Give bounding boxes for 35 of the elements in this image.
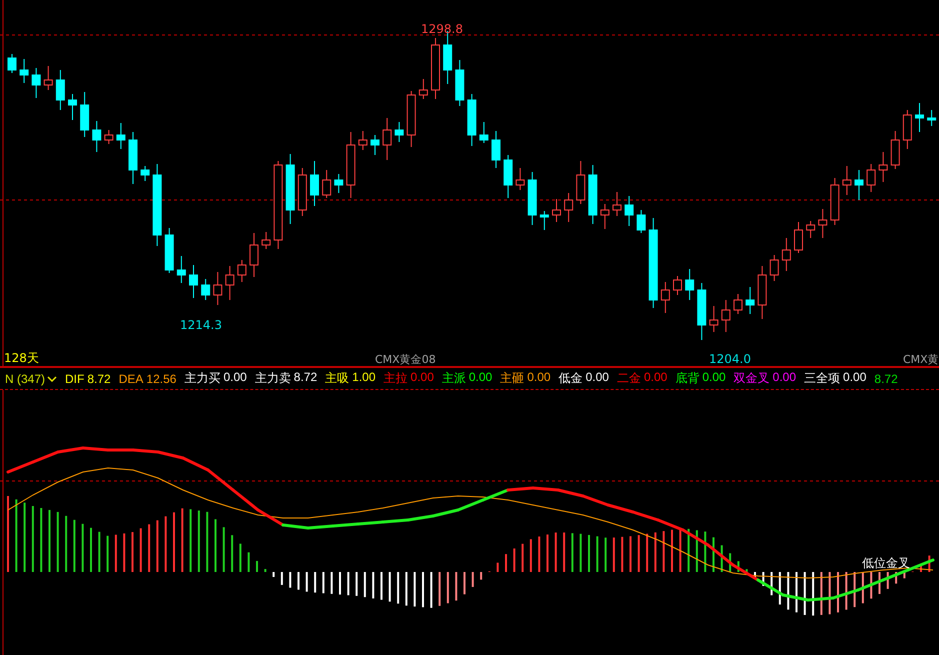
indicator-value: 0.00 — [223, 370, 247, 386]
indicator-name: 主力卖 — [254, 370, 291, 387]
indicator-name: 二金 — [616, 370, 641, 387]
indicator-name: 主力买 — [184, 370, 220, 387]
indicator-value: 8.72 — [87, 372, 111, 386]
indicator-value: 0.00 — [702, 370, 726, 386]
indicator-value: 0.00 — [527, 370, 551, 386]
contract-label: CMX黄 — [903, 352, 939, 367]
contract-label: CMX黄金08 — [375, 352, 436, 367]
low-price-label: 1204.0 — [709, 352, 751, 366]
indicator-value: 0.00 — [468, 370, 492, 386]
indicator-value: 0.00 — [772, 370, 796, 386]
indicator-name: 主砸 — [500, 370, 524, 387]
indicator-name: 低金 — [558, 370, 583, 387]
low-price-label: 1214.3 — [180, 318, 222, 332]
indicator-name: 主派 — [442, 370, 466, 387]
indicator-name: 三全项 — [804, 370, 840, 387]
indicator-name: DEA — [118, 372, 144, 386]
indicator-value: 0.00 — [644, 370, 668, 386]
indicator-value: 0.00 — [586, 370, 609, 386]
signal-label: 低位金叉 — [862, 555, 910, 572]
indicator-value: 0.00 — [843, 370, 866, 386]
indicator-name: DIF — [65, 372, 84, 386]
period-label: 128天 — [4, 350, 39, 367]
indicator-value: 8.72 — [294, 370, 318, 386]
indicator-value: 8.72 — [874, 372, 898, 386]
indicator-value: 0.00 — [410, 370, 434, 386]
indicator-name: 主拉 — [384, 370, 408, 387]
indicator-name: 双金叉 — [734, 370, 770, 387]
indicator-name: 底背 — [675, 370, 700, 387]
indicator-value: 1.00 — [352, 370, 376, 386]
indicator-selector[interactable]: N (347) — [5, 372, 58, 386]
high-price-label: 1298.8 — [421, 22, 463, 36]
indicator-value: 12.56 — [146, 372, 176, 386]
indicator-name: 主吸 — [325, 370, 350, 387]
